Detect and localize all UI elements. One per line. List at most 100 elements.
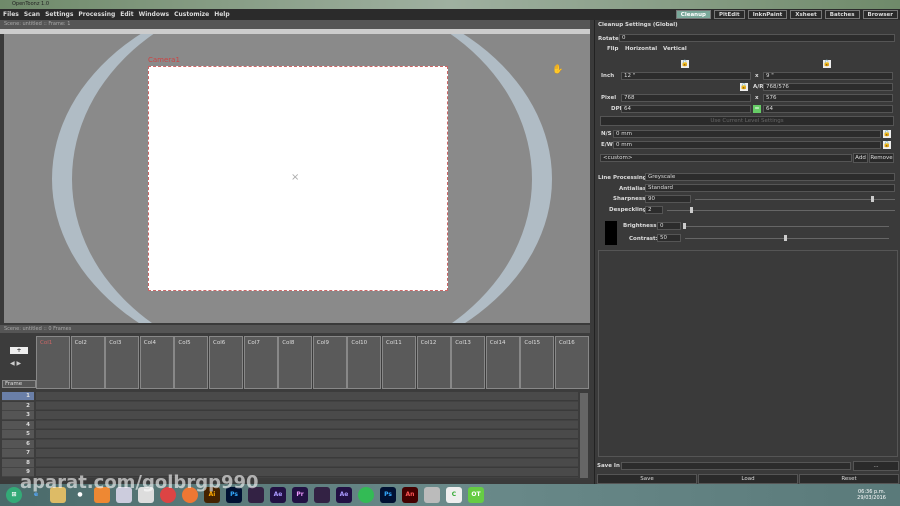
column-header[interactable]: Col14 (485, 336, 520, 389)
spotify-icon[interactable] (358, 487, 374, 503)
column-header[interactable]: Col4 (139, 336, 174, 389)
column-header[interactable]: Col15 (520, 336, 555, 389)
after-effects-icon-2[interactable]: Ae (336, 487, 352, 503)
color-swatch (605, 221, 617, 245)
browse-button[interactable]: ... (853, 461, 899, 471)
menu-windows[interactable]: Windows (139, 11, 169, 18)
pixel-width-field[interactable]: 768 (621, 94, 751, 102)
menu-help[interactable]: Help (214, 11, 229, 18)
save-in-field[interactable] (621, 462, 851, 470)
ew-field[interactable]: 0 mm (613, 141, 881, 149)
column-header[interactable]: Col16 (555, 336, 589, 389)
inch-width-field[interactable]: 12 " (621, 72, 751, 80)
menu-edit[interactable]: Edit (120, 11, 133, 18)
column-header[interactable]: Col5 (174, 336, 209, 389)
menu-processing[interactable]: Processing (78, 11, 115, 18)
tab-xsheet[interactable]: Xsheet (790, 10, 822, 19)
contrast-slider[interactable] (685, 238, 889, 239)
dpi-x-field[interactable]: 64 (621, 105, 751, 113)
column-header[interactable]: Col8 (278, 336, 313, 389)
column-header[interactable]: Col13 (451, 336, 486, 389)
c-app-icon[interactable]: C (446, 487, 462, 503)
cleanup-settings-panel: Cleanup Settings (Global) Rotate 0 Flip … (594, 20, 900, 484)
sharpness-field[interactable]: 90 (645, 195, 691, 203)
column-header[interactable]: Col7 (243, 336, 278, 389)
sharpness-slider[interactable] (695, 199, 895, 200)
antialias-select[interactable]: Standard (645, 184, 895, 192)
tab-inknpaint[interactable]: InknPaint (747, 10, 788, 19)
premiere-icon[interactable]: Pr (292, 487, 308, 503)
ns-field[interactable]: 0 mm (613, 130, 881, 138)
despeckling-field[interactable]: 2 (645, 206, 663, 214)
despeckling-handle[interactable] (690, 207, 693, 213)
frame-dropdown[interactable]: Frame (2, 380, 36, 388)
ar-field[interactable]: 768/576 (763, 83, 893, 91)
menu-files[interactable]: Files (3, 11, 19, 18)
remove-preset-button[interactable]: Remove (869, 153, 894, 163)
xsheet-scrollbar[interactable] (580, 393, 588, 478)
tab-batches[interactable]: Batches (824, 10, 860, 19)
lock-icon[interactable]: 🔓 (823, 60, 831, 68)
add-preset-button[interactable]: Add (853, 153, 868, 163)
inch-height-field[interactable]: 9 " (763, 72, 893, 80)
frame-row-number[interactable]: 8 (2, 458, 34, 468)
tab-cleanup[interactable]: Cleanup (675, 10, 711, 19)
xsheet-cell-grid[interactable] (36, 392, 578, 478)
system-clock[interactable]: 06:36 p.m. 29/03/2016 (857, 489, 886, 501)
frame-row-number[interactable]: 5 (2, 430, 34, 439)
brightness-handle[interactable] (683, 223, 686, 229)
menu-customize[interactable]: Customize (174, 11, 209, 18)
column-header[interactable]: Col2 (70, 336, 105, 389)
column-header[interactable]: Col9 (312, 336, 347, 389)
line-processing-select[interactable]: Greyscale (645, 173, 895, 181)
preset-select[interactable]: <custom> (600, 154, 852, 162)
prev-arrow-icon[interactable]: ◀ ▶ (10, 360, 21, 367)
animate-icon[interactable]: An (402, 487, 418, 503)
despeckling-slider[interactable] (667, 210, 895, 211)
sharpness-handle[interactable] (871, 196, 874, 202)
new-column-button[interactable]: + (10, 347, 28, 354)
save-button[interactable]: Save (597, 474, 697, 484)
frame-row-number[interactable]: 4 (2, 420, 34, 430)
dpi-y-field[interactable]: 64 (763, 105, 893, 113)
dpi-link-icon[interactable]: = (753, 105, 761, 113)
photoshop-icon-2[interactable]: Ps (380, 487, 396, 503)
disc-icon[interactable] (424, 487, 440, 503)
frame-row-number[interactable]: 2 (2, 401, 34, 411)
column-header[interactable]: Col1 (36, 336, 70, 389)
opentoonz-icon[interactable]: OT (468, 487, 484, 503)
lock-icon[interactable]: 🔓 (681, 60, 689, 68)
pixel-height-field[interactable]: 576 (763, 94, 893, 102)
ar-lock-icon[interactable]: 🔒 (740, 83, 748, 91)
frame-row-number[interactable]: 6 (2, 439, 34, 449)
flip-vertical-checkbox[interactable]: Vertical (663, 46, 687, 52)
column-header[interactable]: Col6 (209, 336, 243, 389)
menu-settings[interactable]: Settings (45, 11, 73, 18)
brightness-label: Brightness: (623, 223, 659, 229)
frame-row-number[interactable]: 3 (2, 411, 34, 420)
frame-row-number[interactable]: 1 (2, 392, 34, 401)
flip-horizontal-checkbox[interactable]: Horizontal (625, 46, 657, 52)
rotate-select[interactable]: 0 (619, 34, 895, 42)
camera-frame: × (148, 66, 448, 291)
column-header[interactable]: Col12 (416, 336, 451, 389)
brightness-slider[interactable] (685, 226, 889, 227)
column-header[interactable]: Col10 (347, 336, 382, 389)
column-header[interactable]: Col3 (105, 336, 140, 389)
after-effects-icon[interactable]: Ae (270, 487, 286, 503)
frame-row-number[interactable]: 7 (2, 449, 34, 458)
brightness-field[interactable]: 0 (657, 222, 681, 230)
encoder-icon[interactable] (314, 487, 330, 503)
tab-pltedit[interactable]: PltEdit (713, 10, 745, 19)
reset-button[interactable]: Reset (799, 474, 899, 484)
load-button[interactable]: Load (698, 474, 798, 484)
menu-scan[interactable]: Scan (24, 11, 40, 18)
contrast-field[interactable]: 50 (657, 234, 681, 242)
ew-lock-icon[interactable]: 🔒 (883, 141, 891, 149)
contrast-handle[interactable] (784, 235, 787, 241)
ns-lock-icon[interactable]: 🔒 (883, 130, 891, 138)
viewer[interactable]: Camera1 × ✋ (0, 29, 590, 323)
use-current-level-settings-button[interactable]: Use Current Level Settings (600, 116, 894, 126)
column-header[interactable]: Col11 (382, 336, 416, 389)
tab-browser[interactable]: Browser (862, 10, 898, 19)
